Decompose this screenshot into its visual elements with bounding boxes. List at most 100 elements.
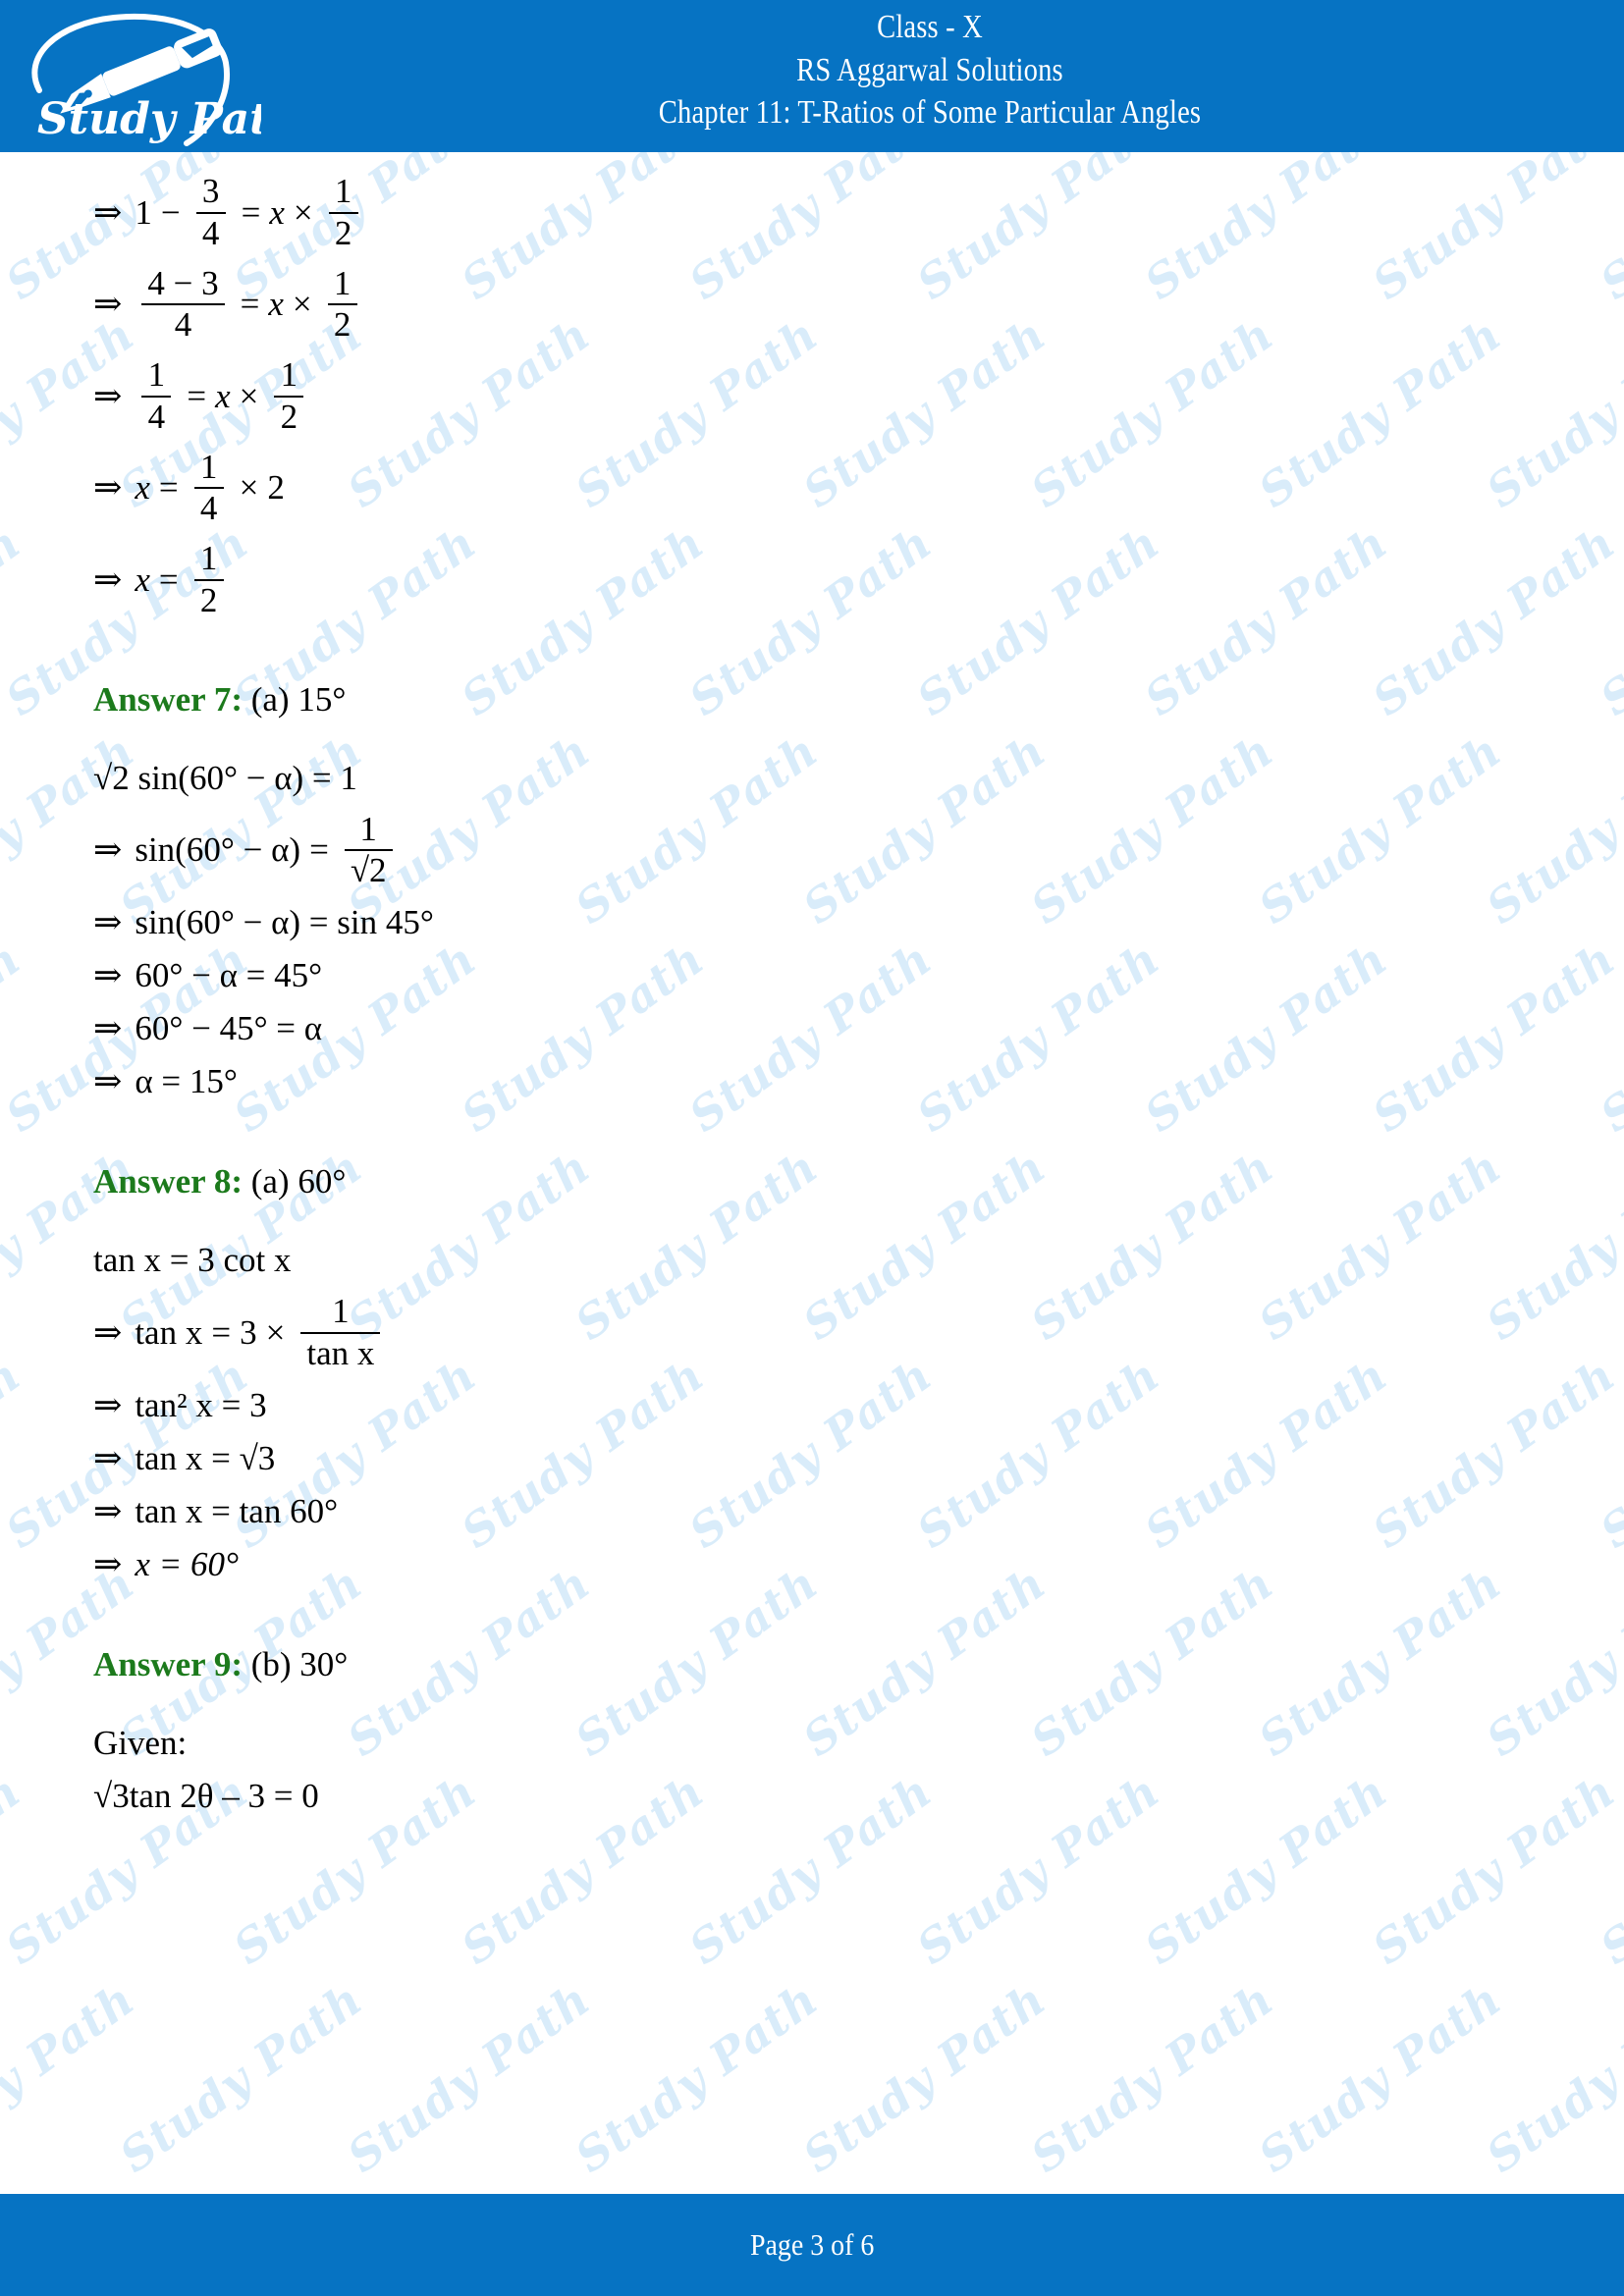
given-equation: √3tan 2θ – 3 = 0	[93, 1776, 319, 1815]
variable: x	[135, 560, 150, 599]
equals-operator: =	[158, 560, 179, 599]
logo-wordmark: Study Path	[37, 94, 261, 144]
math-step: ⇒ sin(60° − α) = sin 45°	[93, 903, 1624, 942]
implies-arrow: ⇒	[93, 1385, 123, 1424]
answer-heading-7: Answer 7: (a) 15°	[93, 680, 1624, 720]
expression: tan x = 3 cot x	[93, 1241, 292, 1279]
times-operator: ×	[265, 1312, 286, 1352]
math-step: ⇒ x = 1 4 × 2	[93, 447, 1624, 528]
implies-arrow: ⇒	[93, 560, 123, 599]
denominator: 4	[147, 397, 166, 436]
math-step: ⇒ tan x = √3	[93, 1439, 1624, 1478]
fraction: 1 2	[328, 173, 358, 252]
numerator: 4 − 3	[147, 263, 219, 302]
denominator: 2	[333, 305, 352, 345]
numerator: 1	[359, 809, 377, 848]
header-book-line: RS Aggarwal Solutions	[796, 51, 1063, 88]
times-operator: ×	[239, 468, 259, 507]
fraction: 1 2	[274, 355, 304, 436]
math-step: ⇒ tan² x = 3	[93, 1386, 1624, 1425]
implies-arrow: ⇒	[93, 1438, 123, 1477]
denominator: 4	[201, 213, 220, 252]
math-step: tan x = 3 cot x	[93, 1241, 1624, 1280]
math-block-answer7: √2 sin(60° − α) = 1 ⇒ sin(60° − α) = 1 √…	[93, 759, 1624, 1102]
math-step: ⇒ α = 15°	[93, 1062, 1624, 1101]
implies-arrow: ⇒	[93, 192, 123, 232]
math-step: ⇒ 4 − 3 4 = x × 1 2	[93, 263, 1624, 345]
answer-value: (a) 60°	[250, 1162, 347, 1201]
implies-arrow: ⇒	[93, 468, 123, 507]
numerator: 1	[147, 355, 166, 394]
term: 1	[135, 192, 152, 232]
variable: x	[215, 376, 231, 415]
denominator: √2	[350, 851, 387, 890]
page-header: Study Path Class - X RS Aggarwal Solutio…	[0, 0, 1624, 152]
equals-operator: =	[187, 376, 207, 415]
minus-operator: −	[160, 192, 181, 232]
answer-value: (a) 15°	[250, 679, 347, 719]
implies-arrow: ⇒	[93, 285, 123, 324]
numerator: 1	[199, 539, 218, 577]
implies-arrow: ⇒	[93, 1544, 123, 1583]
page-number-label: Page 3 of 6	[749, 2227, 875, 2262]
fraction: 3 4	[195, 172, 226, 252]
numerator: 3	[201, 172, 220, 210]
expression: sin(60° − α) = sin 45°	[135, 903, 434, 941]
denominator: tan x	[306, 1333, 375, 1372]
math-step: ⇒ sin(60° − α) = 1 √2	[93, 809, 1624, 890]
variable: x	[135, 468, 150, 507]
fraction: 1 2	[193, 539, 224, 619]
given-label: Given:	[93, 1723, 188, 1762]
numerator: 1	[199, 447, 218, 486]
equals-operator: =	[241, 192, 261, 232]
denominator: 2	[199, 580, 218, 619]
numerator: 1	[280, 355, 298, 394]
answer-label: Answer 9:	[93, 1644, 243, 1683]
header-class-line: Class - X	[877, 9, 983, 45]
fraction: 1 4	[141, 355, 172, 436]
header-chapter-line: Chapter 11: T-Ratios of Some Particular …	[658, 94, 1202, 132]
answer-heading-8: Answer 8: (a) 60°	[93, 1162, 1624, 1201]
coefficient: 3	[240, 1312, 257, 1352]
numerator: 1	[332, 1292, 350, 1330]
math-step: ⇒ 1 − 3 4 = x × 1 2	[93, 172, 1624, 252]
expression: sin(60° − α)	[135, 830, 301, 870]
math-step: ⇒ tan x = 3 × 1 tan x	[93, 1292, 1624, 1372]
implies-arrow: ⇒	[93, 1491, 123, 1530]
numerator: 1	[333, 263, 352, 302]
expression: tan x = tan 60°	[135, 1491, 339, 1530]
fraction: 1 tan x	[300, 1292, 381, 1372]
equals-operator: =	[309, 830, 329, 870]
implies-arrow: ⇒	[93, 956, 123, 994]
equals-operator: =	[211, 1312, 232, 1352]
page-footer: Page 3 of 6	[0, 2194, 1624, 2296]
variable: x	[268, 285, 284, 324]
equals-operator: =	[158, 468, 179, 507]
expression: 60° − 45° = α	[135, 1009, 323, 1047]
implies-arrow: ⇒	[93, 376, 123, 415]
fraction: 1 √2	[344, 809, 393, 890]
term: 2	[267, 468, 285, 507]
expression: x = 60°	[135, 1544, 239, 1583]
denominator: 2	[280, 397, 298, 436]
math-step: ⇒ x = 60°	[93, 1545, 1624, 1584]
times-operator: ×	[292, 285, 312, 324]
study-path-logo: Study Path	[18, 6, 261, 149]
denominator: 4	[199, 489, 218, 528]
equals-operator: =	[240, 285, 260, 324]
expression: tan x	[135, 1312, 203, 1352]
math-step: ⇒ tan x = tan 60°	[93, 1492, 1624, 1531]
